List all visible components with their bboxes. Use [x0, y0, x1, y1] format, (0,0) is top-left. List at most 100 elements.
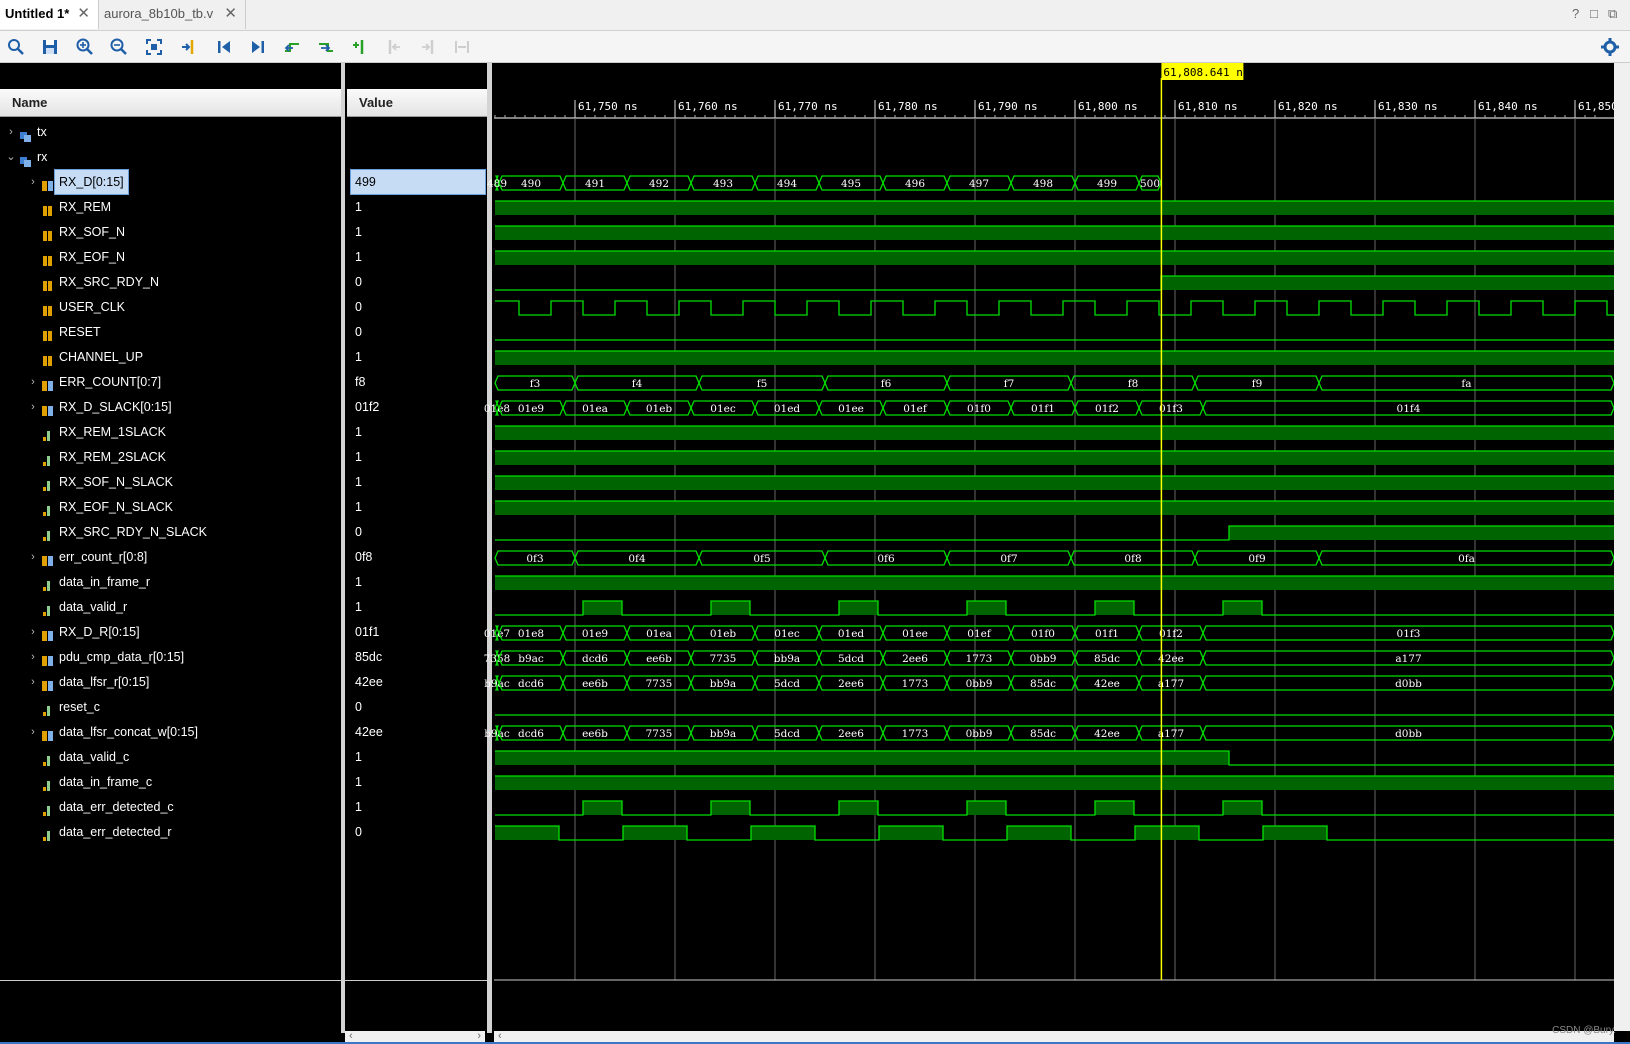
bus-value-label: 01f3 [1159, 403, 1183, 415]
bus-value-label: ee6b [646, 653, 672, 665]
bus-value-label: 2ee6 [902, 653, 928, 665]
high-fill [495, 501, 1614, 515]
bus-value-label: 491 [585, 178, 605, 190]
high-fill [495, 251, 1614, 265]
bus-value-label: 01f2 [1159, 628, 1183, 640]
bus-value-label: 495 [841, 178, 861, 190]
bus-value-label: 0f5 [753, 553, 770, 565]
high-fill [1263, 826, 1327, 840]
bus-value-label: 85dc [1094, 653, 1120, 665]
time-tick-label: 61,820 ns [1278, 100, 1338, 113]
bus-value-label: 01ea [582, 403, 608, 415]
bus-value-label: 01ec [774, 628, 800, 640]
high-fill [879, 826, 943, 840]
bus-value-label: 01ed [774, 403, 801, 415]
bus-value-label: 5dcd [774, 728, 800, 740]
time-tick-label: 61,770 ns [778, 100, 838, 113]
bus-value-label: 01eb [646, 403, 673, 415]
time-tick-label: 61,840 ns [1478, 100, 1538, 113]
bus-value-label: 01f4 [1397, 403, 1421, 415]
bus-value-label: fa [1461, 378, 1471, 390]
waveform-canvas[interactable]: 61,750 ns 61,760 ns 61,770 ns 61,780 ns 61,7… [0, 0, 1630, 1044]
bus-value-label: 0bb9 [966, 728, 993, 740]
high-fill [495, 576, 1614, 590]
high-fill [967, 801, 1006, 815]
bus-value-label: 0f9 [1248, 553, 1265, 565]
bus-value-label: 01f0 [1031, 628, 1055, 640]
bus-value-label: b9ac [518, 653, 544, 665]
wave-vscroll [1614, 63, 1630, 1031]
bus-value-label: 01f3 [1397, 628, 1421, 640]
clock-trace [495, 300, 1614, 316]
high-fill [711, 801, 750, 815]
bus-value-label: f4 [632, 378, 643, 390]
bus-value-label: 01e9 [582, 628, 608, 640]
bus-value-label: 01f1 [1095, 628, 1119, 640]
bus-value-label: 1773 [966, 653, 993, 665]
watermark: CSDN @Bury. [1552, 1025, 1616, 1036]
bus-value-label: 2ee6 [838, 678, 864, 690]
time-tick-label: 61,780 ns [878, 100, 938, 113]
high-fill [1229, 526, 1614, 540]
high-fill [1007, 826, 1071, 840]
bus-value-label: dcd6 [518, 678, 544, 690]
bus-value-label: d0bb [1395, 728, 1422, 740]
bus-value-label: f6 [881, 378, 892, 390]
high-fill [1095, 601, 1134, 615]
time-tick-label: 61,750 ns [578, 100, 638, 113]
high-fill [1135, 826, 1199, 840]
high-fill [839, 801, 878, 815]
bus-value-label: dcd6 [582, 653, 608, 665]
high-fill [623, 826, 687, 840]
bus-value-label: 01f0 [967, 403, 991, 415]
bus-value-label: 7735 [710, 653, 737, 665]
bus-value-label: 489 [487, 178, 507, 190]
bus-value-label: 7735 [646, 728, 673, 740]
bus-value-label: 01ef [967, 628, 992, 640]
high-fill [495, 226, 1614, 240]
signal-trace [495, 800, 1614, 816]
bus-value-label: 0f7 [1000, 553, 1017, 565]
bus-value-label: a177 [1395, 653, 1421, 665]
bus-value-label: 85dc [1030, 728, 1056, 740]
high-fill [967, 601, 1006, 615]
bus-value-label: f8 [1128, 378, 1139, 390]
bus-value-label: 85dc [1030, 678, 1056, 690]
bus-value-label: 2ee6 [838, 728, 864, 740]
high-fill [1223, 601, 1262, 615]
bus-value-label: f7 [1004, 378, 1015, 390]
bus-value-label: 01ef [903, 403, 928, 415]
bus-value-label: 0bb9 [966, 678, 993, 690]
bus-value-label: 01eb [710, 628, 737, 640]
high-fill [1095, 801, 1134, 815]
time-tick-label: 61,760 ns [678, 100, 738, 113]
bus-value-label: 01e8 [484, 403, 510, 415]
bus-value-label: f9 [1252, 378, 1263, 390]
bus-value-label: 5dcd [838, 653, 864, 665]
high-fill [583, 801, 622, 815]
bus-value-label: 0f3 [526, 553, 543, 565]
bus-value-label: 500 [1140, 178, 1160, 190]
time-tick-label: 61,810 ns [1178, 100, 1238, 113]
high-fill [495, 826, 559, 840]
bus-value-label: 7735 [646, 678, 673, 690]
bus-value-label: 42ee [1094, 728, 1120, 740]
wave-scrollbar[interactable]: ‹ [494, 1031, 1614, 1042]
bus-value-label: 01ee [838, 403, 864, 415]
bus-value-label: 1773 [902, 728, 929, 740]
cursor-readout: 61,808.641 ns [1163, 66, 1249, 79]
high-fill [495, 776, 1614, 790]
bus-value-label: ee6b [582, 678, 608, 690]
value-scrollbar[interactable]: ‹ › [345, 1031, 485, 1042]
bus-value-label: 01ed [838, 628, 865, 640]
bus-value-label: 499 [1097, 178, 1117, 190]
bus-value-label: bb9a [774, 653, 800, 665]
high-fill [583, 601, 622, 615]
bus-value-label: f3 [530, 378, 541, 390]
bus-value-label: 0fa [1458, 553, 1475, 565]
signal-trace [495, 600, 1614, 616]
bus-value-label: 0bb9 [1030, 653, 1057, 665]
bus-value-label: f5 [757, 378, 768, 390]
bus-value-label: 01e8 [518, 628, 544, 640]
bus-value-label: 01e7 [484, 628, 510, 640]
